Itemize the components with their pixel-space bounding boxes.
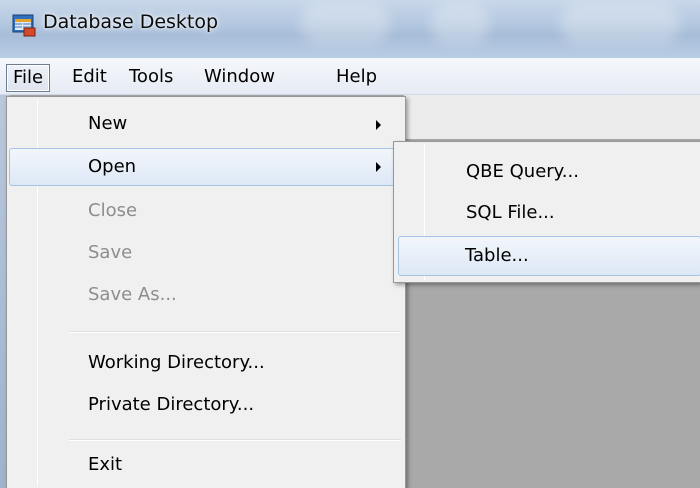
menu-file[interactable]: File: [6, 64, 51, 92]
menu-item-label: QBE Query...: [466, 161, 579, 182]
menu-window[interactable]: Window: [198, 64, 281, 92]
menu-help[interactable]: Help: [330, 64, 383, 92]
menu-item-new[interactable]: New: [9, 106, 403, 144]
aero-glass-highlight: [560, 4, 680, 44]
menu-bar: File Edit Tools Window Help: [0, 58, 700, 95]
submenu-arrow-icon: [376, 162, 381, 172]
title-bar[interactable]: Database Desktop: [0, 0, 700, 58]
menu-item-open[interactable]: Open: [9, 148, 403, 186]
menu-item-close[interactable]: Close: [9, 193, 403, 231]
menu-item-label: Private Directory...: [88, 394, 255, 415]
menu-separator: [69, 331, 401, 333]
menu-item-sql-file[interactable]: SQL File...: [396, 195, 700, 233]
menu-item-label: Working Directory...: [88, 352, 265, 373]
menu-item-label: Save: [88, 242, 133, 263]
menu-edit[interactable]: Edit: [66, 64, 113, 92]
database-desktop-icon[interactable]: [12, 13, 36, 37]
menu-item-label: Exit: [88, 454, 123, 475]
aero-glass-highlight: [430, 4, 490, 44]
menu-item-label: Table...: [465, 245, 529, 266]
menu-item-label: Save As...: [88, 284, 177, 305]
menu-item-save-as[interactable]: Save As...: [9, 277, 403, 315]
menu-item-save[interactable]: Save: [9, 235, 403, 273]
menu-item-label: Open: [88, 156, 137, 177]
menu-tools[interactable]: Tools: [123, 64, 179, 92]
menu-item-label: SQL File...: [466, 202, 555, 223]
menu-item-private-directory[interactable]: Private Directory...: [9, 387, 403, 425]
menu-separator: [69, 439, 401, 441]
menu-item-label: New: [88, 113, 128, 134]
window-title: Database Desktop: [43, 11, 219, 33]
menu-item-working-directory[interactable]: Working Directory...: [9, 345, 403, 383]
menu-item-table[interactable]: Table...: [398, 236, 700, 276]
menu-item-exit[interactable]: Exit: [9, 447, 403, 485]
open-submenu: QBE Query... SQL File... Table...: [393, 141, 700, 283]
workspace-toolbar-area: [404, 95, 700, 139]
menu-item-qbe-query[interactable]: QBE Query...: [396, 154, 700, 192]
submenu-arrow-icon: [376, 120, 381, 130]
file-menu-dropdown: New Open Close Save Save As... Working D…: [6, 96, 406, 488]
menu-item-label: Close: [88, 200, 138, 221]
aero-glass-highlight: [300, 4, 390, 44]
